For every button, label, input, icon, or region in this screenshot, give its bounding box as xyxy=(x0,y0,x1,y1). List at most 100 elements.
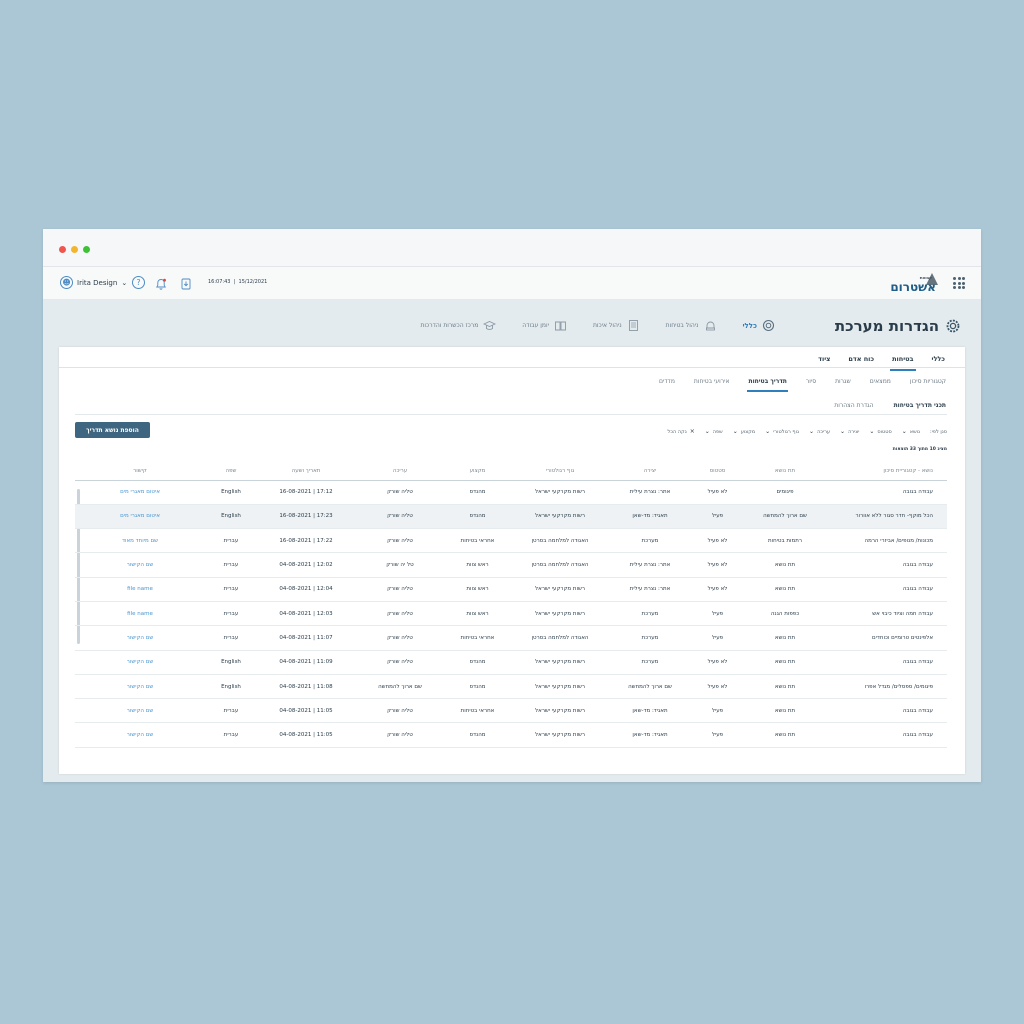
cell-link[interactable]: שם מיוחד מאוד xyxy=(75,528,205,554)
cell-link[interactable]: שם הקישור xyxy=(75,650,205,675)
cell-subtopic: תת נושא xyxy=(745,698,825,724)
filter-bar: סנן לפי: נושא ⌄ סטטוס ⌄ יצירה ⌄ עריכה ⌄ גוף … xyxy=(668,428,947,435)
add-briefing-topic-button[interactable]: הוספת נושא תדריך xyxy=(75,422,150,438)
help-icon[interactable]: ? xyxy=(132,276,145,289)
col-header-language[interactable]: שפה xyxy=(205,462,257,481)
tab-findings[interactable]: ממצאים xyxy=(869,376,892,392)
tab-safety[interactable]: בטיחות xyxy=(890,353,916,371)
table-row[interactable]: עבודה בגובה תת נושא לא פעיל מערכת רשות מקרקע… xyxy=(75,650,947,675)
bell-icon[interactable] xyxy=(155,275,167,290)
tab-briefing-content[interactable]: תכני תדריך בטיחות xyxy=(893,400,947,414)
cell-profession: אחראי בטיחות xyxy=(445,625,510,651)
cell-language: עברית xyxy=(205,698,257,724)
tab-equipment[interactable]: ציוד xyxy=(816,353,832,371)
table-row[interactable]: עבודה בגובה פיגומים לא פעיל אתר: נצרת עילית… xyxy=(75,480,947,505)
cell-topic: עבודה בגובה xyxy=(825,698,947,724)
filter-topic[interactable]: נושא ⌄ xyxy=(902,428,920,435)
tab-declarations[interactable]: הגדרת הצהרות xyxy=(833,400,874,414)
cell-topic: עבודה חמה וציוד כיבוי אש xyxy=(825,601,947,627)
cell-regulator: האגודה למלחמה בסרטן xyxy=(510,552,610,578)
cell-link[interactable]: file name xyxy=(75,577,205,602)
tab-risk-categories[interactable]: קטגוריות סיכון xyxy=(909,376,947,392)
col-header-regulator[interactable]: גוף רגולטורי xyxy=(510,462,610,481)
cell-datetime: 12:03 | 04-08-2021 xyxy=(257,601,355,627)
cell-link[interactable]: שם הקישור xyxy=(75,698,205,724)
table-row[interactable]: עבודה בגובה תת נושא לא פעיל אתר: נצרת עילית… xyxy=(75,577,947,602)
cell-profession: מהנדס xyxy=(445,504,510,530)
app-header: ☻ Irita Design ⌄ ? 16:07:43 | 15/12/2021… xyxy=(43,267,981,300)
chevron-down-icon: ⌄ xyxy=(704,428,710,435)
table-row[interactable]: עבודה חמה וציוד כיבוי אש כפפות הגנה פעיל מע… xyxy=(75,601,947,627)
col-header-edited[interactable]: עריכה xyxy=(355,462,445,481)
module-work-log[interactable]: יומן עבודה xyxy=(522,319,567,332)
filter-status[interactable]: סטטוס ⌄ xyxy=(869,428,891,435)
cell-regulator: האגודה למלחמה בסרטן xyxy=(510,625,610,651)
cell-created: תאגיד: מד-שאן xyxy=(610,504,690,530)
table-row[interactable]: עבודה בגובה תת נושא לא פעיל אתר: נצרת עילית… xyxy=(75,552,947,578)
col-header-subtopic[interactable]: תת נושא xyxy=(745,462,825,481)
tab-routines[interactable]: שגרות xyxy=(834,376,852,392)
col-header-status[interactable]: סטטוס xyxy=(690,462,745,481)
close-window-button[interactable] xyxy=(59,246,66,253)
filter-created[interactable]: יצירה ⌄ xyxy=(840,428,859,435)
clear-filters-button[interactable]: × נקה הכל xyxy=(668,428,695,435)
cell-subtopic: כפפות הגנה xyxy=(745,601,825,627)
filter-edited[interactable]: עריכה ⌄ xyxy=(809,428,830,435)
tab-safety-briefing[interactable]: תדריך בטיחות xyxy=(747,376,788,392)
filter-profession[interactable]: מקצוע ⌄ xyxy=(733,428,755,435)
cell-language: English xyxy=(205,674,257,700)
cell-datetime: 17:12 | 16-08-2021 xyxy=(257,480,355,505)
cell-link[interactable]: שם הקישור xyxy=(75,625,205,651)
tab-metrics[interactable]: מדדים xyxy=(658,376,676,392)
cell-link[interactable]: איטום מאגרי מים xyxy=(75,504,205,530)
cell-regulator: האגודה למלחמה בסרטן xyxy=(510,528,610,554)
download-icon[interactable] xyxy=(180,275,192,290)
cell-profession: מהנדס xyxy=(445,480,510,505)
table-row[interactable]: אלפינטים טרומיים וכוחדים תת נושא פעיל מערכת… xyxy=(75,625,947,651)
cell-datetime: 11:07 | 04-08-2021 xyxy=(257,625,355,651)
cell-profession: מהנדס xyxy=(445,722,510,748)
cell-profession: ראש צוות xyxy=(445,577,510,602)
settings-gear-icon xyxy=(946,319,960,333)
tab-manpower[interactable]: כוח אדם xyxy=(846,353,876,371)
table-row[interactable]: עבודה בגובה תת נושא פעיל תאגיד: מד-שאן רשות … xyxy=(75,698,947,724)
cell-edited: טל יה שורק xyxy=(355,552,445,578)
cell-created: שם ארוך להמחשה xyxy=(610,674,690,700)
tab-general[interactable]: כללי xyxy=(930,353,947,371)
cell-link[interactable]: שם הקישור xyxy=(75,552,205,578)
cell-link[interactable]: איטום מאגרי מים xyxy=(75,480,205,505)
table-row[interactable]: מכונות/ מנופים/ אביזרי הרמה רתמות בטיחות ל… xyxy=(75,528,947,554)
table-row[interactable]: הכל מוקף- חדר סגור ללא אוורור שם ארוך להמ… xyxy=(75,504,947,530)
module-general[interactable]: כללי xyxy=(743,319,776,332)
col-header-topic[interactable]: נושא - קטגוריית סיכון xyxy=(825,462,947,481)
module-quality[interactable]: ניהול איכות xyxy=(593,319,640,332)
module-training[interactable]: מרכז הכשרות והדרכות xyxy=(420,319,497,332)
col-header-datetime[interactable]: תאריך ושעה xyxy=(257,462,355,481)
table-row[interactable]: עבודה בגובה תת נושא פעיל תאגיד: מד-שאן רשות … xyxy=(75,722,947,748)
maximize-window-button[interactable] xyxy=(83,246,90,253)
user-menu[interactable]: ☻ Irita Design ⌄ xyxy=(60,276,127,289)
cell-profession: ראש צוות xyxy=(445,552,510,578)
module-safety[interactable]: ניהול בטיחות xyxy=(666,319,717,332)
cell-subtopic: תת נושא xyxy=(745,650,825,675)
cell-link[interactable]: שם הקישור xyxy=(75,722,205,748)
col-header-profession[interactable]: מקצוע xyxy=(445,462,510,481)
col-header-created[interactable]: יצירה xyxy=(610,462,690,481)
table-row[interactable]: פיגומים/ ספסלים/ מגדל אפרו תת נושא לא פעיל… xyxy=(75,674,947,700)
cell-link[interactable]: file name xyxy=(75,601,205,627)
filter-regulator[interactable]: גוף רגולטורי ⌄ xyxy=(765,428,799,435)
apps-grid-icon[interactable] xyxy=(953,277,965,289)
book-icon xyxy=(554,321,566,331)
chevron-down-icon: ⌄ xyxy=(901,428,907,435)
chevron-down-icon: ⌄ xyxy=(765,428,771,435)
cell-edited: טליה שורק xyxy=(355,480,445,505)
minimize-window-button[interactable] xyxy=(71,246,78,253)
filter-language[interactable]: שפה ⌄ xyxy=(705,428,723,435)
tab-tour[interactable]: סיור xyxy=(805,376,817,392)
tab-safety-events[interactable]: אירועי בטיחות xyxy=(693,376,731,392)
cell-link[interactable]: שם הקישור xyxy=(75,674,205,700)
col-header-link[interactable]: קישור xyxy=(75,462,205,481)
cell-language: עברית xyxy=(205,528,257,554)
datetime-display: 16:07:43 | 15/12/2021 xyxy=(208,279,268,285)
cell-language: עברית xyxy=(205,601,257,627)
